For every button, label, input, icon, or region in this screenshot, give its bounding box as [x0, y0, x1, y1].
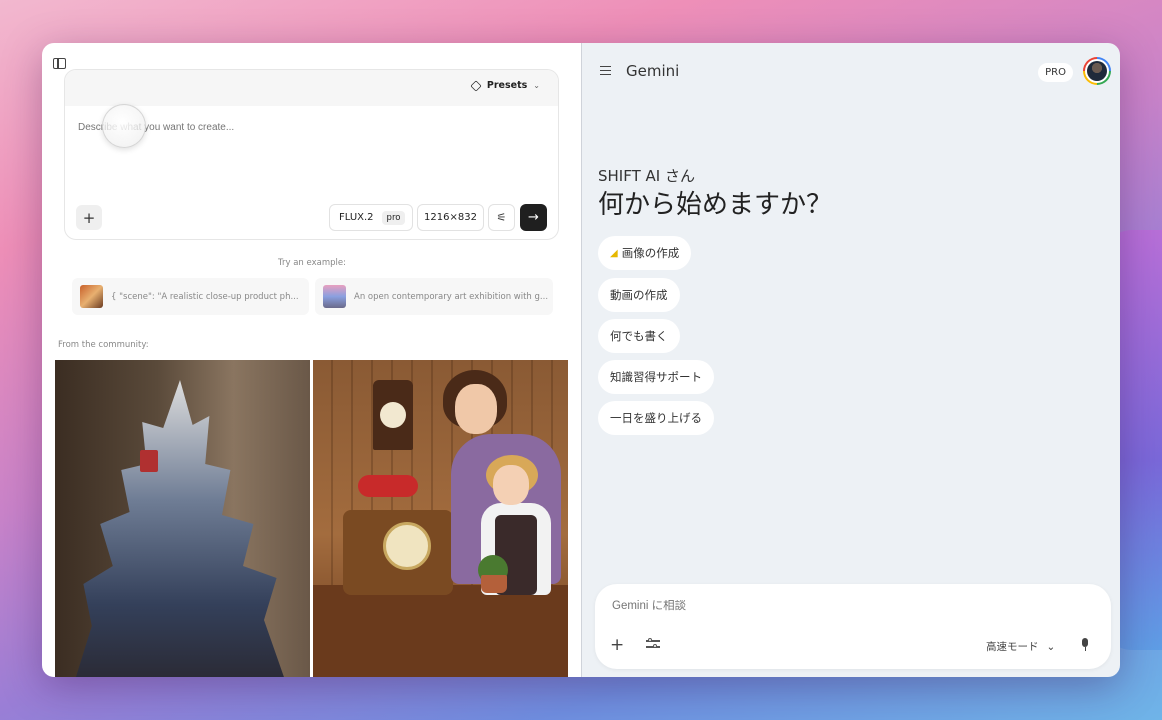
- image-generator-panel: Presets ⌄ + FLUX.2 pro 1216×832 ⚟ → Try …: [42, 43, 582, 677]
- chip-write-anything[interactable]: 何でも書く: [598, 319, 680, 353]
- example-thumbnail: [80, 285, 103, 308]
- example-text: An open contemporary art exhibition with…: [354, 291, 549, 302]
- image-size-selector[interactable]: 1216×832: [417, 204, 484, 231]
- chip-boost-day[interactable]: 一日を盛り上げる: [598, 401, 714, 435]
- sliders-icon: ⚟: [496, 211, 507, 224]
- cube-icon: [470, 79, 482, 92]
- prompt-card-header: Presets ⌄: [65, 70, 558, 106]
- chevron-down-icon: ⌄: [1046, 640, 1056, 653]
- chip-create-image[interactable]: ◢ 画像の作成: [598, 236, 692, 270]
- community-image-1[interactable]: [55, 360, 310, 677]
- plan-badge[interactable]: PRO: [1038, 63, 1073, 82]
- red-handset: [358, 475, 418, 497]
- chat-composer: + 高速モード ⌄: [595, 584, 1111, 669]
- chat-input[interactable]: [612, 600, 972, 612]
- community-label: From the community:: [58, 340, 149, 350]
- add-attachment-button[interactable]: +: [610, 635, 624, 655]
- presets-label: Presets: [486, 80, 528, 91]
- model-tier-badge: pro: [381, 210, 406, 225]
- banana-icon: ◢: [610, 247, 618, 259]
- tools-icon[interactable]: [646, 638, 660, 650]
- chip-label: 画像の作成: [621, 246, 680, 260]
- community-image-2[interactable]: [313, 360, 568, 677]
- prompt-input[interactable]: [78, 122, 538, 133]
- sidebar-toggle-icon[interactable]: [53, 58, 66, 69]
- app-window: Presets ⌄ + FLUX.2 pro 1216×832 ⚟ → Try …: [42, 43, 1120, 677]
- chevron-down-icon: ⌄: [533, 81, 540, 90]
- chip-label: 何でも書く: [610, 329, 668, 343]
- try-example-label: Try an example:: [278, 258, 346, 268]
- model-selector[interactable]: FLUX.2 pro: [329, 204, 413, 231]
- paper-tower-shape: [75, 380, 285, 677]
- wooden-table: [313, 585, 568, 677]
- settings-sliders-button[interactable]: ⚟: [488, 204, 515, 231]
- generate-button[interactable]: →: [520, 204, 547, 231]
- chip-create-video[interactable]: 動画の作成: [598, 278, 680, 312]
- prompt-card: Presets ⌄: [64, 69, 559, 240]
- greeting-question: 何から始めますか？: [598, 190, 833, 220]
- mode-selector[interactable]: 高速モード ⌄: [986, 639, 1055, 654]
- greeting-name: SHIFT AI さん: [598, 167, 695, 185]
- cursor-indicator: [102, 104, 146, 148]
- app-title: Gemini: [626, 62, 680, 80]
- avatar[interactable]: [1083, 57, 1111, 85]
- presets-button[interactable]: Presets ⌄: [470, 79, 540, 92]
- example-thumbnail: [323, 285, 346, 308]
- add-button[interactable]: +: [76, 205, 102, 230]
- chip-learning-support[interactable]: 知識習得サポート: [598, 360, 714, 394]
- tower-detail: [140, 450, 158, 472]
- gemini-panel: Gemini PRO SHIFT AI さん 何から始めますか？ ◢ 画像の作成…: [582, 43, 1120, 677]
- cuckoo-clock: [373, 380, 413, 450]
- menu-icon[interactable]: [600, 66, 611, 75]
- flower-pot: [481, 575, 507, 593]
- image-size-label: 1216×832: [424, 212, 477, 223]
- microphone-icon[interactable]: [1081, 638, 1089, 651]
- model-name: FLUX.2: [339, 212, 374, 223]
- arrow-right-icon: →: [528, 210, 539, 225]
- mode-label: 高速モード: [986, 641, 1039, 653]
- example-text: { "scene": "A realistic close-up product…: [111, 291, 299, 302]
- chip-label: 動画の作成: [610, 288, 668, 302]
- chip-label: 一日を盛り上げる: [610, 411, 702, 425]
- example-prompt-2[interactable]: An open contemporary art exhibition with…: [315, 278, 553, 315]
- chip-label: 知識習得サポート: [610, 370, 702, 384]
- example-prompt-1[interactable]: { "scene": "A realistic close-up product…: [72, 278, 309, 315]
